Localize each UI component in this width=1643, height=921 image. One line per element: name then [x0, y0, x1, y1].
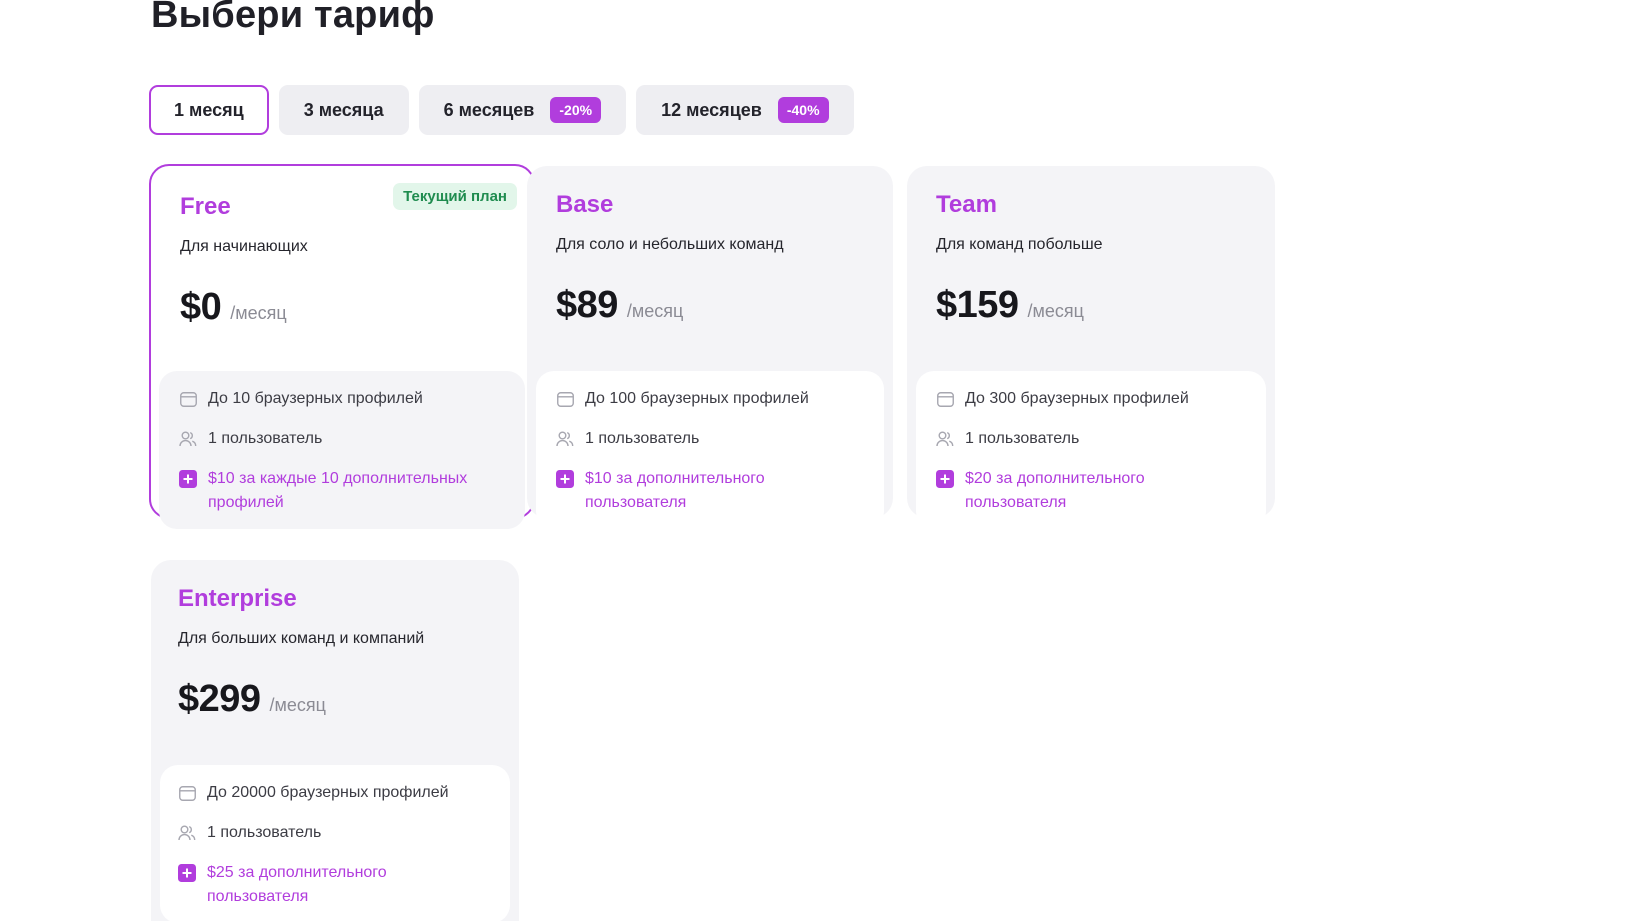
feature-text: До 20000 браузерных профилей	[207, 784, 449, 801]
feature-item: До 10 браузерных профилей	[179, 387, 525, 411]
users-icon	[178, 821, 196, 845]
tab-1-month[interactable]: 1 месяц	[149, 85, 269, 135]
feature-item: До 20000 браузерных профилей	[178, 781, 510, 805]
plan-price: $159	[936, 284, 1019, 326]
price-period: /месяц	[269, 695, 326, 715]
feature-item-extra: $25 за дополнительного пользователя	[178, 861, 510, 909]
feature-text: $20 за дополнительного пользователя	[965, 470, 1145, 511]
feature-item-extra: $10 за каждые 10 дополнительных профилей	[179, 467, 525, 515]
plus-icon	[556, 467, 574, 491]
plan-price: $299	[178, 678, 261, 720]
plan-description: Для начинающих	[180, 238, 308, 255]
plus-icon	[936, 467, 954, 491]
feature-text: 1 пользователь	[965, 430, 1080, 447]
discount-badge: -20%	[550, 97, 602, 123]
plan-name: Team	[936, 191, 997, 218]
plan-card-enterprise[interactable]: Enterprise Для больших команд и компаний…	[151, 560, 519, 921]
plan-name: Enterprise	[178, 585, 297, 612]
feature-list: До 20000 браузерных профилей 1 пользоват…	[160, 765, 510, 921]
feature-text: $10 за дополнительного пользователя	[585, 470, 765, 511]
feature-item: 1 пользователь	[556, 427, 884, 451]
page-title: Выбери тариф	[151, 0, 435, 36]
tab-label: 3 месяца	[303, 99, 384, 120]
feature-item-extra: $10 за дополнительного пользователя	[556, 467, 884, 515]
plus-icon	[179, 467, 197, 491]
discount-badge: -40%	[777, 97, 829, 123]
feature-item: 1 пользователь	[178, 821, 510, 845]
plan-card-team[interactable]: Team Для команд побольше $159 /месяц До …	[907, 166, 1275, 529]
users-icon	[179, 427, 197, 451]
plan-description: Для больших команд и компаний	[178, 630, 425, 647]
users-icon	[936, 427, 954, 451]
price-row: $0 /месяц	[180, 286, 505, 329]
browser-icon	[178, 781, 196, 805]
feature-text: До 10 браузерных профилей	[208, 390, 423, 407]
feature-item: 1 пользователь	[179, 427, 525, 451]
period-tabs: 1 месяц 3 месяца 6 месяцев -20% 12 месяц…	[149, 85, 854, 135]
feature-text: До 100 браузерных профилей	[585, 390, 809, 407]
tab-label: 1 месяц	[174, 99, 244, 120]
users-icon	[556, 427, 574, 451]
feature-text: 1 пользователь	[585, 430, 700, 447]
plan-description: Для соло и небольших команд	[556, 236, 784, 253]
tab-label: 6 месяцев	[443, 99, 535, 120]
price-period: /месяц	[230, 303, 287, 323]
feature-list: До 100 браузерных профилей 1 пользовател…	[536, 371, 884, 529]
price-period: /месяц	[1027, 301, 1084, 321]
plan-price: $89	[556, 284, 618, 326]
feature-text: 1 пользователь	[207, 824, 322, 841]
price-period: /месяц	[626, 301, 684, 321]
feature-item-extra: $20 за дополнительного пользователя	[936, 467, 1266, 515]
plan-description: Для команд побольше	[936, 236, 1103, 253]
feature-text: $25 за дополнительного пользователя	[207, 864, 387, 905]
feature-item: До 300 браузерных профилей	[936, 387, 1266, 411]
tab-12-months[interactable]: 12 месяцев -40%	[636, 85, 854, 135]
price-row: $159 /месяц	[936, 284, 1247, 327]
price-row: $89 /месяц	[556, 284, 865, 327]
browser-icon	[179, 387, 197, 411]
current-plan-badge: Текущий план	[393, 183, 517, 210]
tab-label: 12 месяцев	[661, 99, 762, 120]
browser-icon	[936, 387, 954, 411]
tab-3-months[interactable]: 3 месяца	[278, 85, 409, 135]
feature-list: До 300 браузерных профилей 1 пользовател…	[916, 371, 1266, 529]
feature-text: 1 пользователь	[208, 430, 323, 447]
price-row: $299 /месяц	[178, 678, 491, 721]
plan-card-free[interactable]: Текущий план Free Для начинающих $0 /мес…	[149, 164, 535, 529]
feature-item: 1 пользователь	[936, 427, 1266, 451]
plan-card-base[interactable]: Base Для соло и небольших команд $89 /ме…	[527, 166, 893, 529]
plan-price: $0	[180, 286, 222, 328]
feature-text: $10 за каждые 10 дополнительных профилей	[208, 470, 468, 511]
browser-icon	[556, 387, 574, 411]
tab-6-months[interactable]: 6 месяцев -20%	[418, 85, 627, 135]
feature-text: До 300 браузерных профилей	[965, 390, 1189, 407]
feature-list: До 10 браузерных профилей 1 пользователь…	[159, 371, 525, 529]
plus-icon	[178, 861, 196, 885]
feature-item: До 100 браузерных профилей	[556, 387, 884, 411]
plan-name: Base	[556, 191, 614, 218]
